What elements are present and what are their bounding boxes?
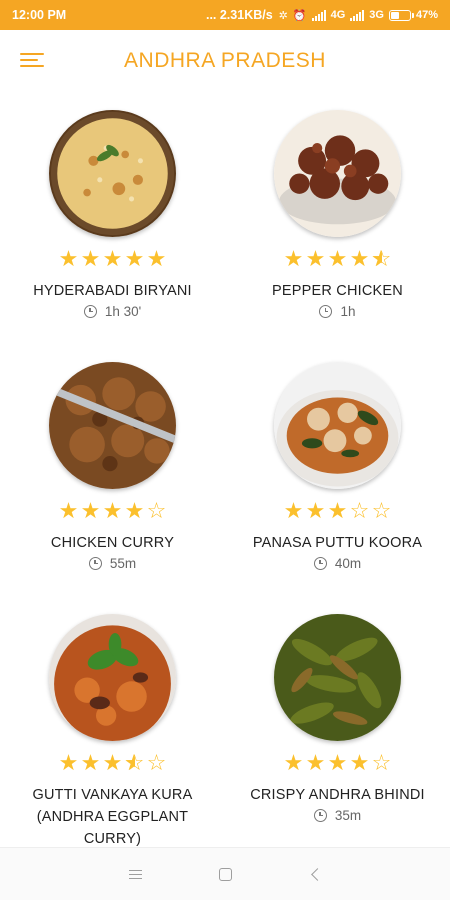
hamburger-menu-icon[interactable]: [20, 51, 44, 69]
recipe-image-biryani: [49, 110, 176, 237]
clock-icon: [319, 305, 333, 318]
star-empty-icon: ☆: [146, 498, 167, 523]
star-full-icon: ★: [305, 246, 326, 271]
star-full-icon: ★: [124, 498, 145, 523]
recipe-name: PANASA PUTTU KOORA: [252, 535, 423, 551]
recipe-grid: ★ ★ ★ ★ ★ HYDERABADI BIRYANI 1h 30' ★ ★ ★ ★ ☆ ★ P…: [0, 100, 450, 847]
signal-icon: [311, 9, 326, 21]
star-full-icon: ★: [58, 498, 79, 523]
star-half-icon: ☆ ★: [371, 246, 392, 271]
home-icon: [218, 867, 232, 881]
recipe-image-crispy-andhra-bhindi: [274, 614, 401, 741]
star-full-icon: ★: [283, 750, 304, 775]
recipe-card[interactable]: ★ ★ ★ ★ ☆ ★ PEPPER CHICKEN 1h: [225, 100, 450, 352]
star-full-icon: ★: [102, 498, 123, 523]
recipe-name: GUTTI VANKAYA KURA (ANDHRA EGGPLANT CURR…: [32, 787, 193, 847]
recipe-card[interactable]: ★ ★ ★ ☆ ★ ☆ GUTTI VANKAYA KURA (ANDHRA EGGPLA…: [0, 604, 225, 847]
star-full-icon: ★: [102, 246, 123, 271]
star-full-icon: ★: [102, 750, 123, 775]
recipe-image-pepper-chicken: [274, 110, 401, 237]
cook-time-value: 55m: [109, 556, 137, 571]
rating-stars: ★ ★ ★ ★ ☆ ★: [283, 248, 392, 270]
star-full-icon: ★: [58, 246, 79, 271]
clock-icon: [313, 809, 327, 822]
star-half-icon: ☆ ★: [124, 750, 145, 775]
recipe-card[interactable]: ★ ★ ★ ★ ★ HYDERABADI BIRYANI 1h 30': [0, 100, 225, 352]
battery-icon: [388, 9, 414, 21]
recent-apps-icon: [128, 869, 142, 880]
star-full-icon: ★: [327, 498, 348, 523]
cook-time: 35m: [313, 808, 362, 823]
cook-time-value: 1h 30': [104, 304, 142, 319]
rating-stars: ★ ★ ★ ★ ★: [58, 248, 167, 270]
star-full-icon: ★: [283, 498, 304, 523]
cook-time-value: 40m: [334, 556, 362, 571]
recipe-image-gutti-vankaya-kura: [49, 614, 176, 741]
rating-stars: ★ ★ ★ ☆ ☆: [283, 500, 392, 522]
recipe-card[interactable]: ★ ★ ★ ☆ ☆ PANASA PUTTU KOORA 40m: [225, 352, 450, 604]
network-4g-label: 4G: [330, 9, 346, 21]
recipe-image-panasa-puttu-koora: [274, 362, 401, 489]
clock-icon: [88, 557, 102, 570]
recipe-card[interactable]: ★ ★ ★ ★ ☆ CHICKEN CURRY 55m: [0, 352, 225, 604]
home-button[interactable]: [210, 859, 240, 889]
system-nav-bar: [0, 847, 450, 900]
status-bar: 12:00 PM ... 2.31KB/s ✲ ⏰ 4G 3G 47%: [0, 0, 450, 30]
recipe-card[interactable]: ★ ★ ★ ★ ☆ CRISPY ANDHRA BHINDI 35m: [225, 604, 450, 847]
status-indicators: ... 2.31KB/s ✲ ⏰ 4G 3G 47%: [206, 8, 438, 22]
star-full-icon: ★: [349, 750, 370, 775]
star-full-icon: ★: [80, 498, 101, 523]
recipe-image-chicken-curry: [49, 362, 176, 489]
rating-stars: ★ ★ ★ ★ ☆: [58, 500, 167, 522]
clock-icon: [313, 557, 327, 570]
page-title: ANDHRA PRADESH: [124, 49, 326, 72]
signal-icon-2: [350, 9, 365, 21]
rating-stars: ★ ★ ★ ★ ☆: [283, 752, 392, 774]
star-full-icon: ★: [80, 750, 101, 775]
star-full-icon: ★: [283, 246, 304, 271]
cook-time: 1h: [319, 304, 356, 319]
app-header: ANDHRA PRADESH: [0, 30, 450, 92]
star-empty-icon: ☆: [146, 750, 167, 775]
star-empty-icon: ☆: [371, 750, 392, 775]
network-3g-label: 3G: [369, 9, 384, 21]
star-full-icon: ★: [124, 246, 145, 271]
status-time: 12:00 PM: [12, 8, 67, 22]
star-full-icon: ★: [58, 750, 79, 775]
network-speed: ... 2.31KB/s: [205, 8, 273, 22]
star-full-icon: ★: [305, 750, 326, 775]
star-full-icon: ★: [327, 246, 348, 271]
cook-time: 1h 30': [83, 304, 142, 319]
rating-stars: ★ ★ ★ ☆ ★ ☆: [58, 752, 167, 774]
cook-time-value: 1h: [340, 304, 356, 319]
recipe-name: HYDERABADI BIRYANI: [33, 283, 192, 299]
star-empty-icon: ☆: [349, 498, 370, 523]
star-full-icon: ★: [349, 246, 370, 271]
bluetooth-icon: ✲: [278, 9, 288, 22]
battery-fill: [390, 11, 400, 19]
recipe-name: PEPPER CHICKEN: [272, 283, 403, 299]
star-full-icon: ★: [305, 498, 326, 523]
cook-time: 40m: [313, 556, 362, 571]
recent-apps-button[interactable]: [120, 859, 150, 889]
back-button[interactable]: [300, 859, 330, 889]
recipe-name: CHICKEN CURRY: [50, 535, 175, 551]
star-full-icon: ★: [80, 246, 101, 271]
star-full-icon: ★: [327, 750, 348, 775]
back-icon: [310, 867, 324, 881]
clock-icon: [83, 305, 97, 318]
cook-time: 55m: [88, 556, 137, 571]
star-full-icon: ★: [146, 246, 167, 271]
battery-percent: 47%: [415, 9, 438, 21]
recipe-name: CRISPY ANDHRA BHINDI: [250, 787, 425, 803]
cook-time-value: 35m: [334, 808, 362, 823]
star-empty-icon: ☆: [371, 498, 392, 523]
alarm-icon: ⏰: [292, 9, 307, 22]
